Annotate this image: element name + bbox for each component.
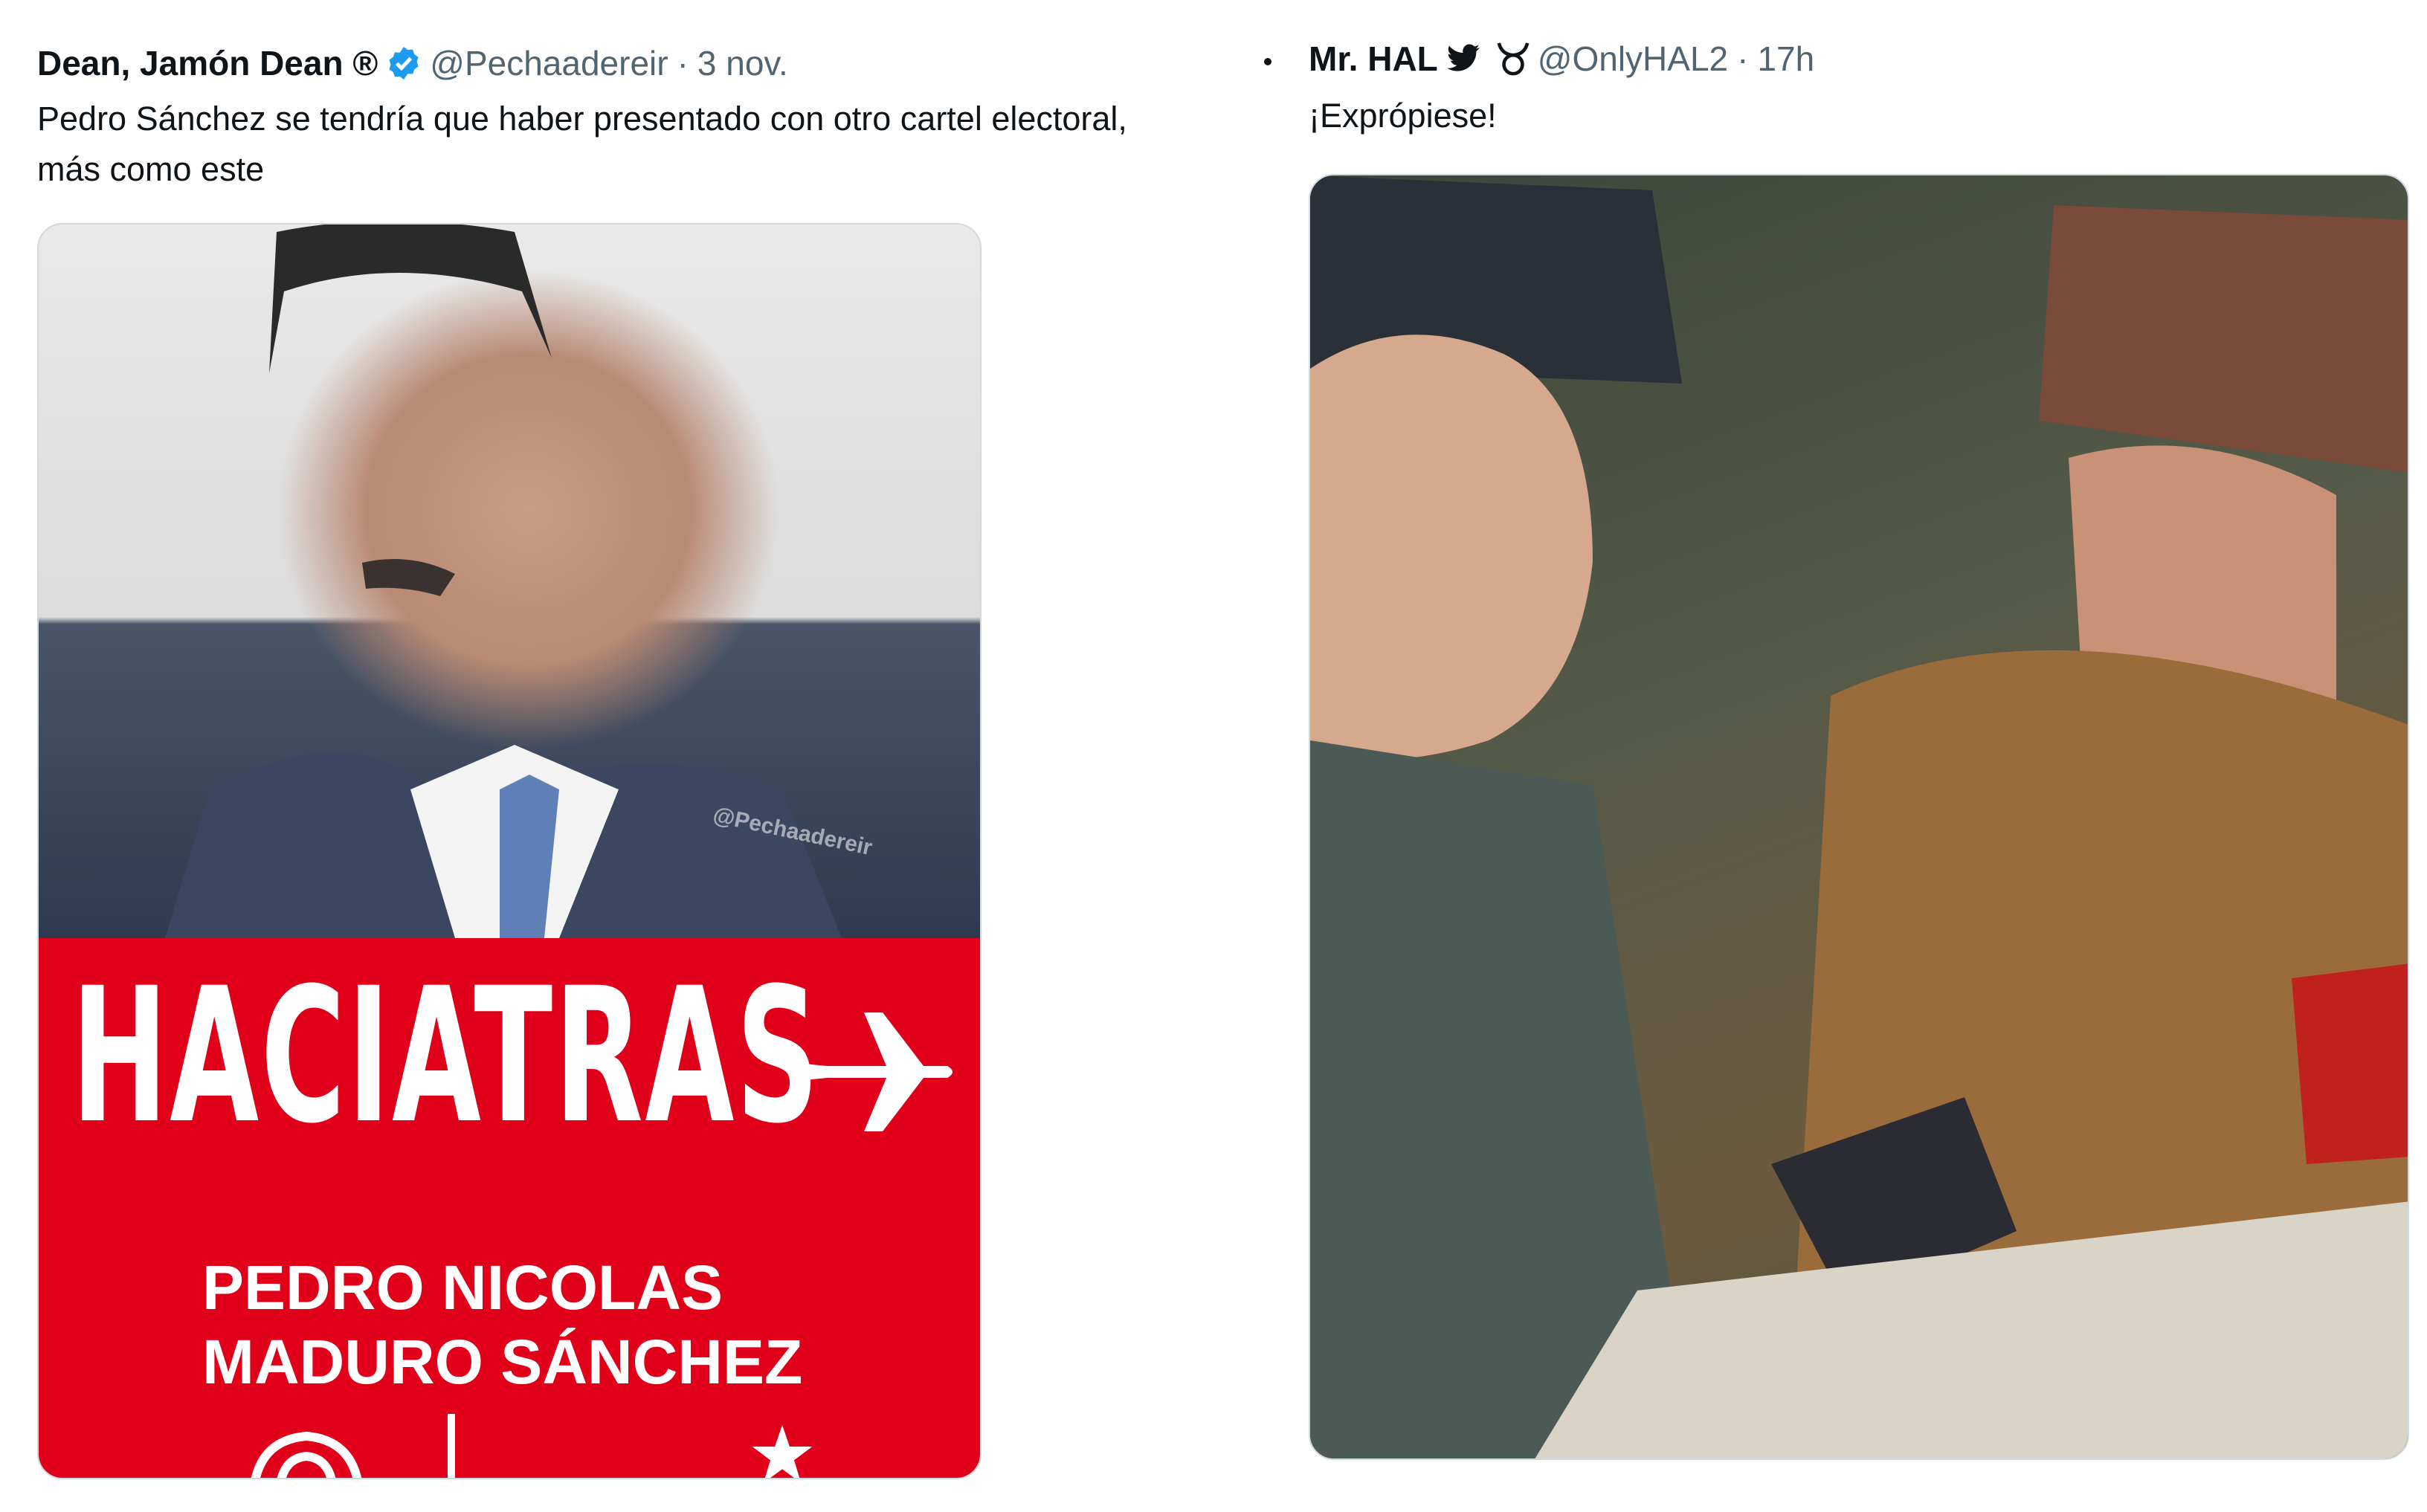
thread-dot xyxy=(1264,58,1271,65)
timestamp[interactable]: 17h xyxy=(1757,39,1814,79)
tweet-media-poster[interactable]: @Pechaadereir HACIATRAS PEDRO NICOLAS MA… xyxy=(37,223,982,1479)
timestamp[interactable]: 3 nov. xyxy=(697,43,788,83)
display-name[interactable]: Dean, Jamón Dean ® xyxy=(37,43,378,83)
photo-sketch xyxy=(1310,175,2408,1458)
airplane-icon xyxy=(782,998,961,1150)
taurus-icon xyxy=(1496,40,1530,77)
tweet-text: ¡Exprópiese! xyxy=(1309,91,2350,141)
star-icon xyxy=(741,1425,823,1478)
poster-divider xyxy=(448,1414,455,1478)
poster-headline: HACIATRAS xyxy=(71,948,822,1164)
tweet-text-line: ¡Exprópiese! xyxy=(1309,97,1497,135)
bird-icon xyxy=(1445,44,1481,74)
poster-red-band: HACIATRAS PEDRO NICOLAS MADURO SÁNCHEZ xyxy=(39,938,980,1478)
candidate-name-line1: PEDRO NICOLAS xyxy=(202,1253,723,1322)
tweet-text-line: más como este xyxy=(37,150,265,188)
tweet-text: Pedro Sánchez se tendría que haber prese… xyxy=(37,94,1286,195)
handle[interactable]: @OnlyHAL2 xyxy=(1538,39,1728,79)
tweet-header: Mr. HAL @OnlyHAL2 · 17h xyxy=(1309,39,1814,79)
psoe-rose-icon xyxy=(239,1418,373,1478)
tweet-media-photo[interactable] xyxy=(1309,174,2409,1460)
tweet-header: Dean, Jamón Dean ® @Pechaadereir · 3 nov… xyxy=(37,43,788,83)
separator-dot: · xyxy=(677,44,689,83)
display-name[interactable]: Mr. HAL xyxy=(1309,39,1438,79)
verified-badge-icon xyxy=(385,45,422,82)
separator-dot: · xyxy=(1737,39,1749,78)
tweet-text-line: Pedro Sánchez se tendría que haber prese… xyxy=(37,100,1127,138)
handle[interactable]: @Pechaadereir xyxy=(430,43,668,83)
candidate-name-line2: MADURO SÁNCHEZ xyxy=(202,1327,803,1397)
poster-photo: @Pechaadereir xyxy=(39,224,980,938)
